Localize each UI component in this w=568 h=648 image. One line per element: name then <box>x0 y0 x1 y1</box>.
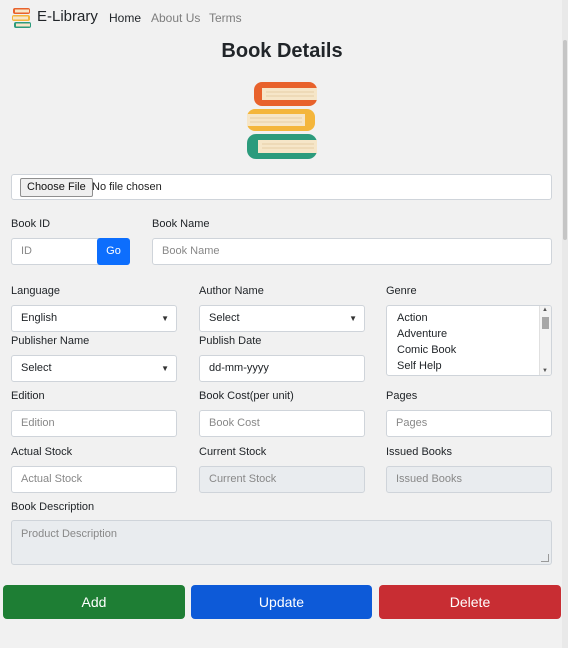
scroll-up-icon[interactable]: ▲ <box>542 307 548 313</box>
edition-label: Edition <box>11 390 45 402</box>
chevron-down-icon: ▼ <box>349 314 357 323</box>
genre-option[interactable]: Adventure <box>397 328 447 340</box>
genre-label: Genre <box>386 285 417 297</box>
choose-file-button[interactable]: Choose File <box>20 178 93 197</box>
update-button[interactable]: Update <box>191 585 372 619</box>
navbar: E-Library Home About Us Terms <box>0 0 568 36</box>
pages-input[interactable]: Pages <box>386 410 552 437</box>
author-name-label: Author Name <box>199 285 264 297</box>
publish-date-label: Publish Date <box>199 335 262 347</box>
book-id-label: Book ID <box>11 218 51 230</box>
publisher-name-label: Publisher Name <box>11 335 90 347</box>
publisher-name-select[interactable]: Select ▼ <box>11 355 177 382</box>
add-button[interactable]: Add <box>3 585 185 619</box>
current-stock-label: Current Stock <box>199 446 267 458</box>
language-label: Language <box>11 285 60 297</box>
file-status: No file chosen <box>92 181 162 193</box>
genre-scrollbar-thumb[interactable] <box>542 317 549 329</box>
genre-option[interactable]: Action <box>397 312 428 324</box>
genre-option[interactable]: Comic Book <box>397 344 456 356</box>
go-button[interactable]: Go <box>97 238 130 265</box>
books-logo-icon[interactable] <box>11 7 33 30</box>
genre-multiselect[interactable]: Action Adventure Comic Book Self Help ▲ … <box>386 305 552 376</box>
language-select[interactable]: English ▼ <box>11 305 177 332</box>
book-name-input[interactable]: Book Name <box>152 238 552 265</box>
pages-label: Pages <box>386 390 418 402</box>
genre-scrollbar[interactable]: ▲ ▼ <box>539 306 551 375</box>
book-description-placeholder: Product Description <box>21 528 117 540</box>
books-stack-icon <box>247 82 317 159</box>
page-scrollbar[interactable] <box>562 0 568 648</box>
author-name-select[interactable]: Select ▼ <box>199 305 365 332</box>
publish-date-input[interactable]: dd-mm-yyyy <box>199 355 365 382</box>
book-id-input[interactable]: ID <box>11 238 101 265</box>
resize-grip-icon[interactable] <box>541 554 549 562</box>
book-description-textarea[interactable]: Product Description <box>11 520 552 565</box>
language-value: English <box>21 312 58 324</box>
publisher-name-value: Select <box>21 362 52 374</box>
edition-input[interactable]: Edition <box>11 410 177 437</box>
book-cost-label: Book Cost(per unit) <box>199 390 294 402</box>
nav-link-home[interactable]: Home <box>109 11 141 25</box>
page-scrollbar-thumb[interactable] <box>563 40 567 240</box>
delete-button[interactable]: Delete <box>379 585 561 619</box>
chevron-down-icon: ▼ <box>161 364 169 373</box>
current-stock-input: Current Stock <box>199 466 365 493</box>
scroll-down-icon[interactable]: ▼ <box>542 368 548 374</box>
file-input[interactable]: Choose File No file chosen <box>11 174 552 200</box>
book-cost-input[interactable]: Book Cost <box>199 410 365 437</box>
issued-books-input: Issued Books <box>386 466 552 493</box>
genre-option[interactable]: Self Help <box>397 360 442 372</box>
actual-stock-input[interactable]: Actual Stock <box>11 466 177 493</box>
nav-link-about-us[interactable]: About Us <box>151 11 200 25</box>
nav-link-terms[interactable]: Terms <box>209 11 242 25</box>
issued-books-label: Issued Books <box>386 446 453 458</box>
page-title: Book Details <box>221 40 343 62</box>
book-description-label: Book Description <box>11 501 95 513</box>
brand-name[interactable]: E-Library <box>37 8 98 25</box>
actual-stock-label: Actual Stock <box>11 446 73 458</box>
chevron-down-icon: ▼ <box>161 314 169 323</box>
book-name-label: Book Name <box>152 218 210 230</box>
author-name-value: Select <box>209 312 240 324</box>
